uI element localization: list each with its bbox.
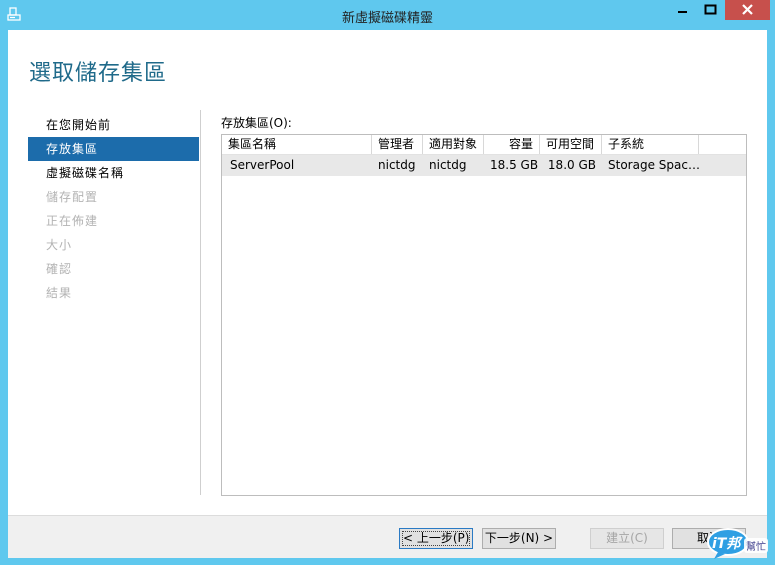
table-row[interactable]: ServerPool nictdg nictdg 18.5 GB 18.0 GB… [222, 155, 746, 176]
cell-available-to: nictdg [429, 158, 467, 172]
previous-button-label: < 上一步(P) [402, 531, 470, 546]
pool-list-caption: 存放集區(O): [221, 116, 292, 130]
column-header-filler [699, 135, 746, 154]
close-button[interactable] [725, 0, 770, 20]
nav-step-virtual-disk-name[interactable]: 虛擬磁碟名稱 [28, 161, 199, 185]
cell-free-space: 18.0 GB [547, 158, 596, 172]
wizard-footer: < 上一步(P) 下一步(N) > 建立(C) 取消 [8, 515, 767, 558]
nav-step-before-you-begin[interactable]: 在您開始前 [28, 113, 199, 137]
column-header-pool-name[interactable]: 集區名稱 [222, 135, 372, 154]
create-button: 建立(C) [590, 528, 664, 549]
nav-step-size: 大小 [46, 238, 73, 252]
nav-step-storage-layout: 儲存配置 [46, 190, 99, 204]
nav-step-storage-pool[interactable]: 存放集區 [28, 137, 199, 161]
column-header-subsystem[interactable]: 子系統 [602, 135, 699, 154]
column-header-capacity[interactable]: 容量 [484, 135, 540, 154]
title-bar: 新虛擬磁碟精靈 [0, 0, 775, 30]
nav-step-results: 結果 [46, 286, 73, 300]
nav-step-confirmation: 確認 [46, 262, 73, 276]
window-title: 新虛擬磁碟精靈 [341, 11, 433, 26]
storage-pool-list[interactable]: 集區名稱 管理者 適用對象 容量 可用空間 子系統 ServerPool nic… [221, 134, 747, 496]
minimize-button[interactable] [669, 0, 696, 20]
page-title: 選取儲存集區 [29, 61, 168, 86]
maximize-button[interactable] [697, 0, 724, 20]
column-header-free-space[interactable]: 可用空間 [540, 135, 602, 154]
cell-managed-by: nictdg [378, 158, 416, 172]
column-header-available-to[interactable]: 適用對象 [423, 135, 484, 154]
cell-capacity: 18.5 GB [490, 158, 539, 172]
list-header: 集區名稱 管理者 適用對象 容量 可用空間 子系統 [222, 135, 746, 155]
nav-step-provisioning: 正在佈建 [46, 214, 99, 228]
next-button[interactable]: 下一步(N) > [482, 528, 556, 549]
ithome-watermark-logo: iT邦 幫忙 [706, 525, 770, 564]
cell-subsystem: Storage Spac… [608, 158, 699, 172]
svg-text:幫忙: 幫忙 [746, 540, 766, 553]
nav-divider [200, 110, 201, 495]
cell-pool-name: ServerPool [230, 158, 295, 172]
column-header-managed-by[interactable]: 管理者 [372, 135, 423, 154]
previous-button[interactable]: < 上一步(P) [399, 528, 473, 549]
wizard-client-area: 選取儲存集區 在您開始前 存放集區 虛擬磁碟名稱 儲存配置 正在佈建 大小 確認… [8, 30, 767, 558]
svg-text:iT邦: iT邦 [712, 535, 743, 552]
wizard-steps-nav: 在您開始前 存放集區 虛擬磁碟名稱 儲存配置 正在佈建 大小 確認 結果 [28, 113, 199, 305]
